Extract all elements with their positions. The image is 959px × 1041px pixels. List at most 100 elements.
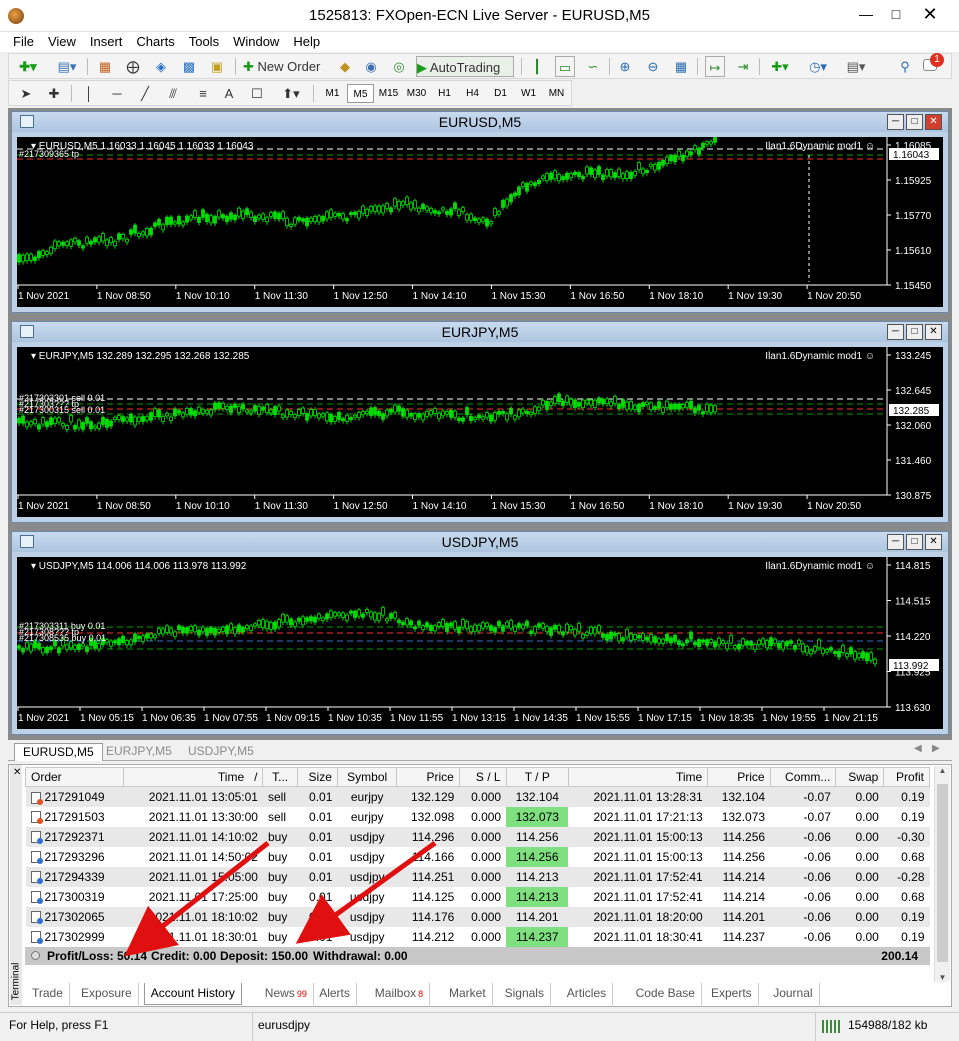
timeframe-h1-button[interactable]: H1	[431, 84, 458, 103]
table-row[interactable]: 217300319 2021.11.01 17:25:00 buy 0.01 usdjp…	[26, 886, 930, 907]
chart-window-usdjpy[interactable]: USDJPY,M5 ─ □ ✕ ▾ USDJPY,M5 114.006 114.…	[11, 531, 949, 735]
tab-experts[interactable]: Experts	[705, 983, 759, 1005]
menu-tools[interactable]: Tools	[182, 32, 226, 51]
column-header[interactable]: T / P	[505, 767, 569, 787]
fibonacci-retracement-icon[interactable]: ≡	[193, 83, 213, 104]
tab-signals[interactable]: Signals	[499, 983, 551, 1005]
table-row[interactable]: 217293296 2021.11.01 14:50:02 buy 0.01 usdjp…	[26, 846, 930, 867]
minimize-button[interactable]: —	[851, 0, 881, 28]
trendline-icon[interactable]: ╱	[137, 83, 153, 104]
signals-icon[interactable]: ◎	[389, 56, 409, 77]
profiles-icon[interactable]: ▤▾	[53, 56, 81, 77]
tile-windows-icon[interactable]: ▦	[671, 56, 691, 77]
menu-insert[interactable]: Insert	[83, 32, 130, 51]
table-row[interactable]: 217292371 2021.11.01 14:10:02 buy 0.01 usdjp…	[25, 826, 930, 847]
timeframe-h4-button[interactable]: H4	[459, 84, 486, 103]
price-chart-usdjpy[interactable]: ▾ USDJPY,M5 114.006 114.006 113.978 113.…	[17, 557, 943, 729]
table-row[interactable]: 217291049 2021.11.01 13:05:01 sell 0.01 eurj…	[25, 786, 930, 807]
chart-minimize-button[interactable]: ─	[887, 324, 904, 340]
chart-maximize-button[interactable]: □	[906, 324, 923, 340]
data-window-icon[interactable]: ◈	[151, 56, 171, 77]
tab-account-history[interactable]: Account History	[143, 983, 242, 1005]
tab-eurjpy-m5[interactable]: EURJPY,M5	[98, 743, 180, 761]
tab-journal[interactable]: Journal	[767, 983, 820, 1005]
menu-window[interactable]: Window	[226, 32, 286, 51]
tab-alerts[interactable]: Alerts	[313, 983, 357, 1005]
templates-icon[interactable]: ▤▾	[841, 56, 871, 77]
column-header[interactable]: S / L	[458, 767, 507, 787]
menu-charts[interactable]: Charts	[129, 32, 181, 51]
chart-minimize-button[interactable]: ─	[887, 114, 904, 130]
text-icon[interactable]: A	[221, 83, 237, 104]
table-row[interactable]: 217291503 2021.11.01 13:30:00 sell 0.01 eurj…	[26, 806, 930, 827]
alerts-bubble-icon[interactable]: 1	[921, 53, 947, 77]
metaeditor-icon[interactable]: ◆	[335, 56, 355, 77]
tab-eurusd-m5[interactable]: EURUSD,M5	[14, 743, 103, 761]
timeframe-m30-button[interactable]: M30	[403, 84, 430, 103]
terminal-icon[interactable]: ▣	[207, 56, 227, 77]
autoscroll-icon[interactable]: ↦	[705, 56, 725, 77]
tab-mailbox[interactable]: Mailbox 8	[369, 983, 431, 1005]
indicators-icon[interactable]: ✚▾	[765, 56, 795, 77]
table-row[interactable]: 217302065 2021.11.01 18:10:02 buy 0.01 usdjp…	[25, 906, 930, 927]
vertical-scrollbar[interactable]: ▲ ▼	[934, 766, 950, 982]
chart-minimize-button[interactable]: ─	[887, 534, 904, 550]
menu-file[interactable]: File	[6, 32, 41, 51]
tab-scroll-right-icon[interactable]: ▶	[932, 743, 940, 754]
column-header[interactable]: Comm...	[769, 767, 837, 787]
vertical-line-icon[interactable]: │	[81, 83, 97, 104]
tab-code-base[interactable]: Code Base	[630, 983, 702, 1005]
horizontal-line-icon[interactable]: ─	[109, 83, 125, 104]
timeframe-m5-button[interactable]: M5	[347, 84, 374, 103]
column-header[interactable]: Profit	[883, 767, 930, 787]
column-header[interactable]: Time /	[123, 767, 264, 787]
arrows-icon[interactable]: ⬆▾	[277, 83, 305, 104]
column-header[interactable]: Swap	[835, 767, 885, 787]
line-chart-icon[interactable]: ∽	[583, 56, 603, 77]
chart-close-button[interactable]: ✕	[925, 114, 942, 130]
timeframe-w1-button[interactable]: W1	[515, 84, 542, 103]
menu-help[interactable]: Help	[286, 32, 327, 51]
chart-close-button[interactable]: ✕	[925, 534, 942, 550]
tab-trade[interactable]: Trade	[26, 983, 70, 1005]
timeframe-d1-button[interactable]: D1	[487, 84, 514, 103]
column-header[interactable]: Symbol	[336, 767, 398, 787]
bar-chart-icon[interactable]: ┃	[527, 56, 547, 77]
text-label-icon[interactable]: ☐	[249, 83, 265, 104]
tab-articles[interactable]: Articles	[561, 983, 614, 1005]
close-button[interactable]: ✕	[915, 0, 945, 28]
tab-scroll-left-icon[interactable]: ◀	[914, 743, 922, 754]
new-chart-icon[interactable]: ✚▾	[15, 56, 41, 77]
tab-news[interactable]: News 99	[259, 983, 314, 1005]
scroll-up-icon[interactable]: ▲	[935, 766, 950, 775]
scroll-thumb[interactable]	[937, 784, 948, 962]
market-watch-icon[interactable]: ▦	[95, 56, 115, 77]
timeframe-m1-button[interactable]: M1	[319, 84, 346, 103]
column-header[interactable]: Order	[24, 767, 125, 787]
column-header[interactable]: Size	[296, 767, 338, 787]
chart-window-eurusd[interactable]: EURUSD,M5 ─ □ ✕ ▾ EURUSD,M5 1.16033 1.16…	[11, 111, 949, 313]
chart-maximize-button[interactable]: □	[906, 534, 923, 550]
navigator-crosshair-icon[interactable]: ⨁	[123, 56, 143, 77]
tab-usdjpy-m5[interactable]: USDJPY,M5	[180, 743, 262, 761]
scroll-down-icon[interactable]: ▼	[935, 973, 950, 982]
search-icon[interactable]: ⚲	[895, 56, 915, 77]
table-row[interactable]: 217294339 2021.11.01 15:05:00 buy 0.01 usdjp…	[25, 866, 930, 887]
column-header[interactable]: T...	[262, 767, 298, 787]
menu-view[interactable]: View	[41, 32, 83, 51]
timeframe-mn-button[interactable]: MN	[543, 84, 570, 103]
timeframe-m15-button[interactable]: M15	[375, 84, 402, 103]
column-header[interactable]: Price	[396, 767, 460, 787]
column-header[interactable]: Price	[707, 767, 771, 787]
column-header[interactable]: Time	[567, 767, 709, 787]
community-icon[interactable]: ◉	[361, 56, 381, 77]
candlestick-icon[interactable]: ▭	[555, 56, 575, 77]
chart-shift-icon[interactable]: ⇥	[733, 56, 753, 77]
new-order-button[interactable]: ✚ New Order	[243, 56, 331, 77]
tab-market[interactable]: Market	[443, 983, 493, 1005]
chart-window-eurjpy[interactable]: EURJPY,M5 ─ □ ✕ ▾ EURJPY,M5 132.289 132.…	[11, 321, 949, 523]
chart-close-button[interactable]: ✕	[925, 324, 942, 340]
navigator-icon[interactable]: ▩	[179, 56, 199, 77]
autotrading-button[interactable]: ▶ AutoTrading	[416, 56, 514, 77]
cursor-arrow-icon[interactable]: ➤	[17, 83, 35, 104]
